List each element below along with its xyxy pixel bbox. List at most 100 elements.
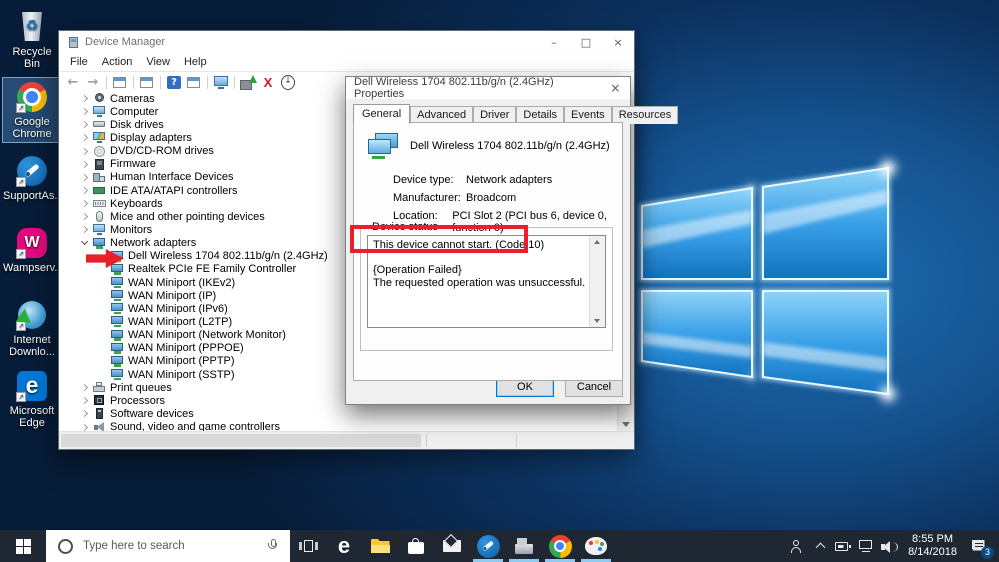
export-list-icon[interactable]	[137, 74, 157, 91]
supportassist-taskbar-button[interactable]	[470, 530, 506, 562]
tree-item-label: WAN Miniport (IKEv2)	[128, 276, 236, 289]
field-value: Network adapters	[466, 174, 553, 186]
chevron-collapsed-icon[interactable]	[79, 171, 91, 183]
desktop-icon-label: Google Chrome	[12, 116, 52, 140]
search-input[interactable]: Type here to search	[46, 530, 290, 562]
network-tray-button[interactable]	[855, 530, 878, 562]
chrome-taskbar-button[interactable]	[542, 530, 578, 562]
menu-help[interactable]: Help	[177, 56, 214, 68]
chevron-collapsed-icon[interactable]	[79, 185, 91, 197]
menu-action[interactable]: Action	[95, 56, 140, 68]
software-device-icon	[93, 408, 106, 420]
network-adapter-icon	[111, 316, 124, 328]
show-hidden-icons-button[interactable]	[809, 530, 832, 562]
start-button[interactable]	[0, 530, 46, 562]
dialog-titlebar[interactable]: Dell Wireless 1704 802.11b/g/n (2.4GHz) …	[346, 76, 630, 100]
network-adapter-icon	[93, 237, 106, 249]
taskbar-clock[interactable]: 8:55 PM 8/14/2018	[901, 533, 964, 559]
task-view-button[interactable]	[290, 530, 326, 562]
device-manager-taskbar-icon	[515, 538, 533, 554]
menu-file[interactable]: File	[63, 56, 95, 68]
desktop-icon-edge[interactable]: ↗ Microsoft Edge	[3, 367, 61, 431]
scrollbar-thumb[interactable]	[61, 434, 421, 447]
action-center-button[interactable]: 3	[964, 530, 994, 562]
maximize-button[interactable]: □	[570, 31, 602, 53]
menu-view[interactable]: View	[139, 56, 177, 68]
mail-button[interactable]	[434, 530, 470, 562]
close-button[interactable]: ×	[602, 31, 634, 53]
paint-taskbar-icon	[585, 537, 607, 555]
chevron-collapsed-icon[interactable]	[79, 93, 91, 105]
desktop-icon-label: Microsoft Edge	[9, 405, 55, 429]
microphone-icon[interactable]	[268, 538, 278, 554]
chrome-icon: ↗	[15, 80, 49, 114]
dvd-drive-icon	[93, 145, 106, 157]
uninstall-device-icon[interactable]	[258, 74, 278, 91]
scroll-down-arrow-icon[interactable]	[594, 319, 600, 323]
show-hide-console-tree-icon[interactable]	[110, 74, 130, 91]
desktop-icon-recycle-bin[interactable]: Recycle Bin	[3, 8, 61, 72]
status-line: {Operation Failed}	[373, 264, 462, 276]
tree-item-label: WAN Miniport (SSTP)	[128, 368, 235, 381]
edge-taskbar-button[interactable]: e	[326, 530, 362, 562]
chevron-collapsed-icon[interactable]	[79, 211, 91, 223]
chevron-collapsed-icon[interactable]	[79, 198, 91, 210]
forward-icon[interactable]	[83, 74, 103, 91]
clock-time: 8:55 PM	[912, 533, 954, 545]
chevron-expanded-icon[interactable]	[79, 237, 91, 249]
desktop-icon-supportassist[interactable]: ↗ SupportAs...	[3, 152, 64, 204]
tree-item-label: WAN Miniport (PPPOE)	[128, 342, 244, 355]
desktop-icon-chrome[interactable]: ↗ Google Chrome	[2, 77, 62, 143]
scrollbar-divider	[516, 434, 517, 447]
scroll-down-arrow-icon[interactable]	[622, 422, 630, 427]
chevron-collapsed-icon[interactable]	[79, 132, 91, 144]
edge-icon: ↗	[15, 369, 49, 403]
chevron-collapsed-icon[interactable]	[79, 408, 91, 420]
cortana-icon	[58, 538, 73, 554]
back-icon[interactable]	[63, 74, 83, 91]
tree-item[interactable]: Software devices	[59, 407, 618, 420]
chevron-collapsed-icon[interactable]	[79, 158, 91, 170]
scan-hardware-changes-icon[interactable]	[211, 74, 231, 91]
file-explorer-button[interactable]	[362, 530, 398, 562]
chevron-collapsed-icon[interactable]	[79, 145, 91, 157]
store-icon	[408, 538, 424, 554]
supportassist-taskbar-icon	[476, 534, 500, 558]
chevron-collapsed-icon[interactable]	[79, 395, 91, 407]
toolbar-separator	[207, 75, 208, 89]
update-driver-icon[interactable]	[238, 74, 258, 91]
desktop-icon-idm[interactable]: ↗ Internet Downlo...	[3, 296, 61, 360]
dialog-close-button[interactable]: ×	[601, 77, 630, 99]
chevron-collapsed-icon[interactable]	[79, 224, 91, 236]
chevron-collapsed-icon[interactable]	[79, 106, 91, 118]
desktop-icon-wampserver[interactable]: ↗ Wampserv...	[3, 224, 64, 276]
device-manager-taskbar-button[interactable]	[506, 530, 542, 562]
chevron-collapsed-icon[interactable]	[79, 382, 91, 394]
taskbar: Type here to search e 8:55 PM 8/14/2018 …	[0, 530, 999, 562]
disable-device-icon[interactable]	[278, 74, 298, 91]
device-manager-titlebar[interactable]: Device Manager – □ ×	[59, 31, 634, 53]
device-manager-app-icon	[67, 36, 80, 49]
network-adapter-icon	[111, 369, 124, 381]
chevron-collapsed-icon[interactable]	[79, 119, 91, 131]
people-tray-button[interactable]	[786, 530, 809, 562]
battery-tray-button[interactable]	[832, 530, 855, 562]
chrome-taskbar-icon	[548, 534, 572, 558]
horizontal-scrollbar[interactable]	[59, 431, 634, 449]
desktop-icon-label: Wampserv...	[3, 262, 64, 274]
tab-general[interactable]: General	[353, 104, 411, 124]
tree-item-label: Print queues	[110, 381, 172, 394]
help-icon[interactable]	[164, 74, 184, 91]
paint-taskbar-button[interactable]	[578, 530, 614, 562]
scrollbar-divider	[426, 434, 427, 447]
minimize-button[interactable]: –	[538, 31, 570, 53]
scroll-up-arrow-icon[interactable]	[594, 240, 600, 244]
shortcut-arrow-icon: ↗	[16, 177, 26, 187]
volume-tray-button[interactable]	[878, 530, 901, 562]
device-name: Dell Wireless 1704 802.11b/g/n (2.4GHz)	[410, 140, 610, 152]
status-scrollbar[interactable]	[589, 236, 605, 327]
volume-wave-icon	[892, 541, 899, 552]
store-button[interactable]	[398, 530, 434, 562]
properties-icon[interactable]	[184, 74, 204, 91]
shortcut-arrow-icon: ↗	[16, 249, 26, 259]
